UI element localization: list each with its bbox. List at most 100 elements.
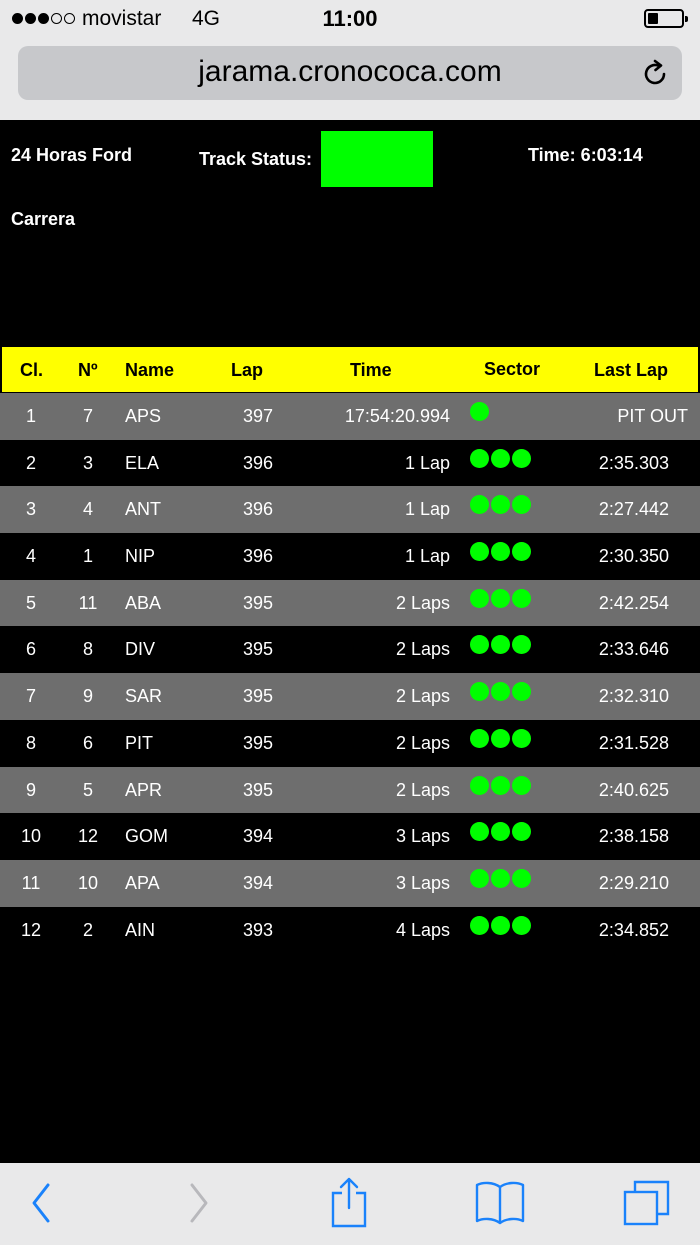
sector-dot-icon <box>491 868 510 888</box>
team-name-cell: ANT <box>125 499 161 520</box>
table-header: Cl. Nº Name Lap Time Sector Last Lap <box>2 347 698 392</box>
back-icon[interactable] <box>28 1181 54 1225</box>
position-cell: 9 <box>25 779 36 800</box>
table-row: 4 1 NIP 396 1 Lap 2:30.350 <box>0 533 700 580</box>
position-cell: 7 <box>25 686 36 707</box>
column-time: Time <box>350 360 392 380</box>
gap-time-cell: 17:54:20.994 <box>344 406 450 426</box>
car-number-cell: 5 <box>82 779 93 800</box>
lap-count-cell: 395 <box>242 592 274 613</box>
sector-indicator <box>470 775 531 795</box>
position-cell: 5 <box>25 592 36 613</box>
column-cl: Cl. <box>20 360 44 380</box>
table-row: 6 8 DIV 395 2 Laps 2:33.646 <box>0 626 700 674</box>
last-lap-cell: 2:35.303 <box>598 452 669 473</box>
gap-time-cell: 2 Laps <box>395 686 450 707</box>
team-name-cell: APS <box>125 406 162 426</box>
gap-time-cell: 3 Laps <box>395 826 450 847</box>
team-name-cell: DIV <box>125 639 156 660</box>
table-row: 7 9 SAR 395 2 Laps 2:32.310 <box>0 673 700 720</box>
team-name-cell: ABA <box>125 592 162 613</box>
column-name: Name <box>125 360 175 380</box>
column-lap: Lap <box>231 360 264 380</box>
position-cell: 3 <box>25 499 36 520</box>
last-lap-cell: 2:42.254 <box>598 592 669 613</box>
sector-indicator <box>470 402 489 421</box>
sector-dot-icon <box>512 588 531 608</box>
position-cell: 11 <box>21 872 41 893</box>
car-number-cell: 2 <box>82 919 93 940</box>
gap-time-cell: 2 Laps <box>395 732 450 753</box>
event-name: 24 Horas Ford <box>11 145 133 165</box>
sector-dot-icon <box>470 635 489 655</box>
position-cell: 8 <box>25 732 36 753</box>
column-number: Nº <box>78 360 98 380</box>
last-lap-cell: PIT OUT <box>617 406 688 426</box>
bookmarks-icon[interactable] <box>474 1179 526 1225</box>
team-name-cell: PIT <box>125 732 154 753</box>
sector-dot-icon <box>512 635 531 655</box>
position-cell: 6 <box>25 639 36 660</box>
sector-dot-icon <box>491 495 510 515</box>
sector-dot-icon <box>470 402 489 421</box>
sector-dot-icon <box>512 682 531 702</box>
position-cell: 4 <box>25 546 36 567</box>
car-number-cell: 8 <box>82 639 93 660</box>
sector-indicator <box>470 728 531 748</box>
sector-indicator <box>470 588 531 608</box>
sector-dot-icon <box>491 635 510 655</box>
sector-indicator <box>470 495 531 515</box>
position-cell: 2 <box>25 452 36 473</box>
forward-icon[interactable] <box>186 1181 212 1225</box>
car-number-cell: 3 <box>82 452 93 473</box>
gap-time-cell: 1 Lap <box>404 499 450 520</box>
team-name-cell: SAR <box>125 686 163 707</box>
lap-count-cell: 394 <box>242 826 274 847</box>
browser-address-area: jarama.cronococa.com <box>0 38 700 120</box>
share-icon[interactable] <box>328 1175 370 1229</box>
standings-table: 1 7 APS 397 17:54:20.994 PIT OUT 2 3 ELA 396 1 Lap… <box>0 393 700 954</box>
sector-dot-icon <box>512 542 531 562</box>
gap-time-cell: 1 Lap <box>404 546 450 567</box>
gap-time-cell: 4 Laps <box>395 919 450 940</box>
battery-icon <box>644 9 688 28</box>
car-number-cell: 10 <box>77 872 99 893</box>
lap-count-cell: 396 <box>242 452 274 473</box>
table-row: 1 7 APS 397 17:54:20.994 PIT OUT <box>0 393 700 440</box>
last-lap-cell: 2:31.528 <box>598 732 669 753</box>
table-row: 12 2 AIN 393 4 Laps 2:34.852 <box>0 906 700 954</box>
sector-dot-icon <box>491 822 510 842</box>
sector-dot-icon <box>491 728 510 748</box>
car-number-cell: 11 <box>78 592 98 613</box>
last-lap-cell: 2:34.852 <box>598 919 669 940</box>
sector-dot-icon <box>470 775 489 795</box>
address-bar[interactable]: jarama.cronococa.com <box>18 46 682 100</box>
car-number-cell: 1 <box>82 546 93 567</box>
table-row: 9 5 APR 395 2 Laps 2:40.625 <box>0 766 700 814</box>
sector-indicator <box>470 635 531 655</box>
lap-count-cell: 393 <box>242 919 274 940</box>
sector-dot-icon <box>491 775 510 795</box>
sector-indicator <box>470 822 531 842</box>
last-lap-cell: 2:30.350 <box>598 546 669 567</box>
sector-dot-icon <box>512 868 531 888</box>
last-lap-cell: 2:38.158 <box>598 826 669 847</box>
car-number-cell: 6 <box>82 732 93 753</box>
gap-time-cell: 3 Laps <box>395 872 450 893</box>
car-number-cell: 12 <box>77 826 99 847</box>
car-number-cell: 9 <box>82 686 93 707</box>
sector-dot-icon <box>512 728 531 748</box>
url-text[interactable]: jarama.cronococa.com <box>18 55 682 89</box>
tabs-icon[interactable] <box>622 1179 672 1227</box>
column-last-lap: Last Lap <box>594 360 669 380</box>
team-name-cell: APR <box>125 779 163 800</box>
lap-count-cell: 396 <box>242 499 274 520</box>
sector-dot-icon <box>470 495 489 515</box>
gap-time-cell: 1 Lap <box>404 452 450 473</box>
reload-icon[interactable] <box>640 59 670 89</box>
sector-dot-icon <box>512 495 531 515</box>
sector-dot-icon <box>470 868 489 888</box>
lap-count-cell: 397 <box>242 406 274 426</box>
gap-time-cell: 2 Laps <box>395 779 450 800</box>
lap-count-cell: 395 <box>242 639 274 660</box>
